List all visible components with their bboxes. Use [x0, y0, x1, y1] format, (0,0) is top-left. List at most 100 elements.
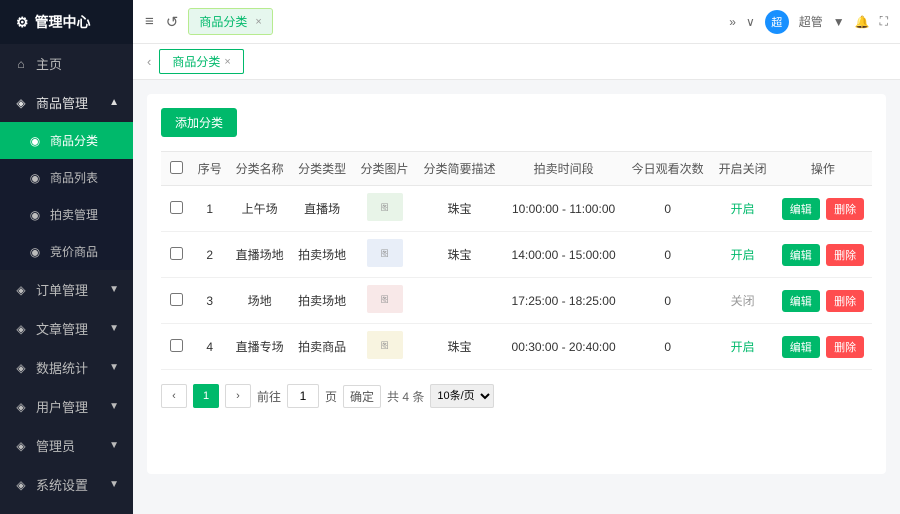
row-checkbox-cell — [161, 278, 191, 324]
menu-icon[interactable]: ≡ — [145, 13, 154, 30]
row-id: 3 — [191, 278, 228, 324]
stats-icon: ◈ — [14, 361, 28, 375]
close-icon[interactable]: × — [255, 16, 261, 28]
row-checkbox[interactable] — [170, 293, 183, 306]
sidebar-item-auction-mgmt[interactable]: ◉ 拍卖管理 — [0, 196, 133, 233]
sidebar-item-product-list[interactable]: ◉ 商品列表 — [0, 159, 133, 196]
sidebar-item-admin[interactable]: ◈ 管理员 ▼ — [0, 426, 133, 465]
sidebar-item-bid-product[interactable]: ◉ 竞价商品 — [0, 233, 133, 270]
admin-center-icon: ⚙ — [16, 14, 29, 31]
sidebar-item-label: 文章管理 — [36, 319, 88, 338]
row-checkbox[interactable] — [170, 247, 183, 260]
table-row: 1 上午场 直播场 图 珠宝 10:00:00 - 11:00:00 0 开启 … — [161, 186, 872, 232]
edit-button[interactable]: 编辑 — [782, 336, 820, 358]
dropdown-icon[interactable]: ∨ — [746, 15, 755, 29]
page-label: 页 — [325, 388, 337, 405]
sidebar-item-label: 管理员 — [36, 436, 75, 455]
row-checkbox-cell — [161, 232, 191, 278]
edit-button[interactable]: 编辑 — [782, 198, 820, 220]
sidebar-item-label: 商品列表 — [50, 169, 98, 186]
sidebar-item-product-category[interactable]: ◉ 商品分类 — [0, 122, 133, 159]
page-1-button[interactable]: 1 — [193, 384, 219, 408]
tab-nav-row: ‹ 商品分类 × — [133, 44, 900, 80]
row-actions: 编辑 删除 — [774, 278, 872, 324]
thumb-inner: 图 — [367, 193, 403, 221]
sidebar-item-label: 主页 — [36, 54, 62, 73]
delete-button[interactable]: 删除 — [826, 336, 864, 358]
sidebar-item-home[interactable]: ⌂ 主页 — [0, 44, 133, 83]
breadcrumb-tab[interactable]: 商品分类 × — [159, 49, 243, 74]
thumb-inner: 图 — [367, 285, 403, 313]
row-status: 开启 — [711, 186, 773, 232]
row-type: 拍卖场地 — [291, 232, 353, 278]
main-area: ≡ ↺ 商品分类 × » ∨ 超 超管 ▼ 🔔 ⛶ ‹ 商品分类 × 添加分类 — [133, 0, 900, 514]
sidebar-header: ⚙ 管理中心 — [0, 0, 133, 44]
category-thumb: 图 — [367, 239, 403, 267]
row-checkbox[interactable] — [170, 339, 183, 352]
chevron-up-icon: ▲ — [109, 97, 119, 108]
next-page-button[interactable]: › — [225, 384, 251, 408]
add-category-button[interactable]: 添加分类 — [161, 108, 237, 137]
chevron-down-icon: ▼ — [109, 401, 119, 412]
row-type: 拍卖商品 — [291, 324, 353, 370]
sidebar-item-label: 系统设置 — [36, 475, 88, 494]
total-info: 共 4 条 — [387, 388, 424, 405]
row-checkbox[interactable] — [170, 201, 183, 214]
tab-close-icon[interactable]: × — [224, 56, 230, 68]
row-time: 10:00:00 - 11:00:00 — [503, 186, 624, 232]
sidebar-item-label: 订单管理 — [36, 280, 88, 299]
row-time: 14:00:00 - 15:00:00 — [503, 232, 624, 278]
row-time: 17:25:00 - 18:25:00 — [503, 278, 624, 324]
confirm-goto-button[interactable]: 确定 — [343, 385, 381, 408]
user-icon: ◈ — [14, 400, 28, 414]
chevron-down-icon: ▼ — [109, 479, 119, 490]
delete-button[interactable]: 删除 — [826, 290, 864, 312]
topbar: ≡ ↺ 商品分类 × » ∨ 超 超管 ▼ 🔔 ⛶ — [133, 0, 900, 44]
sidebar-item-goods-mgmt[interactable]: ◈ 商品管理 ▼ — [0, 504, 133, 514]
user-dropdown-icon[interactable]: ▼ — [833, 15, 845, 29]
bell-icon[interactable]: 🔔 — [855, 15, 870, 29]
delete-button[interactable]: 删除 — [826, 244, 864, 266]
topbar-tabs: 商品分类 × — [188, 8, 719, 35]
edit-button[interactable]: 编辑 — [782, 290, 820, 312]
table-row: 3 场地 拍卖场地 图 17:25:00 - 18:25:00 0 关闭 编辑 … — [161, 278, 872, 324]
expand-icon[interactable]: » — [729, 15, 736, 29]
row-desc — [416, 278, 503, 324]
sidebar-item-label: 拍卖管理 — [50, 206, 98, 223]
edit-button[interactable]: 编辑 — [782, 244, 820, 266]
sidebar-item-order-mgmt[interactable]: ◈ 订单管理 ▼ — [0, 270, 133, 309]
row-id: 4 — [191, 324, 228, 370]
th-checkbox — [161, 152, 191, 186]
row-id: 1 — [191, 186, 228, 232]
fullscreen-icon[interactable]: ⛶ — [880, 14, 888, 29]
avatar: 超 — [765, 10, 789, 34]
select-all-checkbox[interactable] — [170, 161, 183, 174]
delete-button[interactable]: 删除 — [826, 198, 864, 220]
tab-label: 商品分类 — [199, 13, 247, 30]
tab-product-category[interactable]: 商品分类 × — [188, 8, 272, 35]
sidebar-item-product-mgmt[interactable]: ◈ 商品管理 ▲ — [0, 83, 133, 122]
prev-page-button[interactable]: ‹ — [161, 384, 187, 408]
row-views: 0 — [624, 324, 711, 370]
row-image: 图 — [353, 232, 415, 278]
home-icon: ⌂ — [14, 57, 28, 71]
refresh-icon[interactable]: ↺ — [166, 13, 179, 31]
thumb-inner: 图 — [367, 239, 403, 267]
th-id: 序号 — [191, 152, 228, 186]
thumb-inner: 图 — [367, 331, 403, 359]
category-table: 序号 分类名称 分类类型 分类图片 分类简要描述 拍卖时间段 今日观看次数 开启… — [161, 151, 872, 370]
category-thumb: 图 — [367, 193, 403, 221]
sidebar-item-data-stats[interactable]: ◈ 数据统计 ▼ — [0, 348, 133, 387]
goto-page-input[interactable] — [287, 384, 319, 408]
product-mgmt-icon: ◈ — [14, 96, 28, 110]
sidebar-item-content-mgmt[interactable]: ◈ 文章管理 ▼ — [0, 309, 133, 348]
admin-icon: ◈ — [14, 439, 28, 453]
th-views: 今日观看次数 — [624, 152, 711, 186]
sidebar-item-user-mgmt[interactable]: ◈ 用户管理 ▼ — [0, 387, 133, 426]
sidebar-item-system-settings[interactable]: ◈ 系统设置 ▼ — [0, 465, 133, 504]
row-name: 场地 — [228, 278, 290, 324]
per-page-select[interactable]: 10条/页 20条/页 50条/页 — [430, 384, 494, 408]
nav-left-icon[interactable]: ‹ — [143, 52, 155, 71]
chevron-down-icon: ▼ — [109, 440, 119, 451]
row-views: 0 — [624, 186, 711, 232]
